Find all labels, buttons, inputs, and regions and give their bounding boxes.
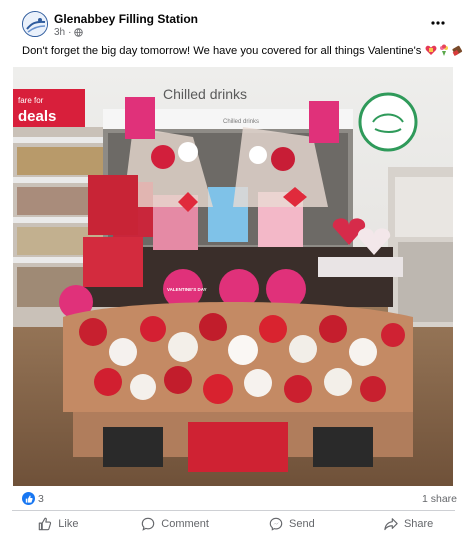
store-subsign: Chilled drinks — [223, 119, 259, 125]
comment-label: Comment — [161, 518, 209, 530]
chocolate-icon — [452, 45, 463, 56]
post-message: Don't forget the big day tomorrow! We ha… — [22, 45, 422, 57]
share-label: Share — [403, 518, 434, 530]
like-icon — [39, 517, 52, 531]
like-label: Like — [58, 518, 79, 530]
post-time[interactable]: 3h — [54, 27, 65, 38]
bouquet-icon — [440, 44, 449, 56]
reaction-count[interactable]: 3 — [38, 493, 44, 505]
sign-left-text: fare for — [18, 96, 44, 105]
post-header: Glenabbey Filling Station 3h · — [0, 0, 467, 44]
valentines-display-photo: fare for deals Chilled drinks Chilled dr… — [13, 67, 453, 486]
messenger-icon — [269, 517, 283, 531]
page-avatar[interactable] — [22, 11, 48, 37]
post-photo[interactable]: fare for deals Chilled drinks Chilled dr… — [13, 67, 453, 486]
post-emojis — [425, 44, 463, 56]
sign-left-big-text: deals — [18, 108, 56, 125]
post-meta: 3h · — [54, 27, 84, 38]
globe-icon — [74, 28, 84, 37]
store-sign: Chilled drinks — [163, 86, 247, 102]
share-count[interactable]: 1 share — [422, 493, 457, 505]
more-options-button[interactable] — [427, 14, 449, 32]
divider — [12, 510, 455, 511]
like-button[interactable]: Like — [0, 512, 117, 536]
dot-separator: · — [68, 27, 72, 38]
left-promo-sign: fare for deals — [13, 89, 85, 127]
send-button[interactable]: Send — [234, 512, 351, 536]
post-text: Don't forget the big day tomorrow! We ha… — [22, 44, 463, 58]
page-logo-icon — [23, 12, 47, 36]
flower-bouquets — [63, 302, 413, 472]
share-icon — [384, 518, 398, 531]
share-button[interactable]: Share — [350, 512, 467, 536]
thumbs-up-icon — [25, 495, 33, 503]
send-label: Send — [289, 518, 315, 530]
heart-gift-icon — [426, 45, 437, 55]
comment-icon — [142, 517, 155, 531]
comment-button[interactable]: Comment — [117, 512, 234, 536]
stand-sign-text: VALENTINE'S DAY — [167, 287, 207, 292]
like-reaction-icon[interactable] — [22, 492, 35, 505]
post-actions: Like Comment Send Share — [0, 512, 467, 536]
page-name[interactable]: Glenabbey Filling Station — [54, 12, 198, 26]
facebook-post-card: Glenabbey Filling Station 3h · Don't for… — [0, 0, 467, 536]
more-options-icon — [431, 21, 445, 25]
reactions-bar: 3 1 share — [0, 488, 467, 510]
